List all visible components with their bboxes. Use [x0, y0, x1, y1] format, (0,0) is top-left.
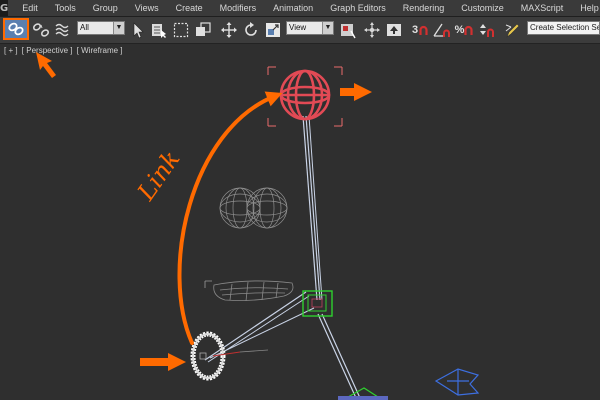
menu-create[interactable]: Create: [176, 3, 203, 13]
angle-snap-toggle-button[interactable]: [432, 20, 452, 40]
scale-icon: [266, 23, 280, 37]
wireframe-hand-object[interactable]: [204, 280, 294, 302]
unlink-icon: [32, 23, 50, 37]
helper-dummy-box[interactable]: [302, 290, 333, 317]
menu-customize[interactable]: Customize: [461, 3, 504, 13]
selection-filter-value: All: [80, 23, 89, 32]
app-logo-icon[interactable]: G: [0, 0, 9, 16]
use-pivot-point-center-button[interactable]: [338, 20, 358, 40]
pointer-arrow-head-sphere: [340, 83, 372, 101]
percent-snap-label: %: [454, 24, 465, 36]
menu-edit[interactable]: Edit: [22, 3, 38, 13]
pointer-arrow-link-tool: [36, 52, 56, 78]
chevron-down-icon: ▼: [322, 22, 333, 34]
chevron-down-icon: ▼: [113, 22, 124, 34]
pointer-arrow-icon: [133, 22, 144, 39]
named-selection-set-value: Create Selection Se: [530, 23, 600, 32]
keyboard-override-icon: [387, 24, 401, 36]
bone-wires[interactable]: [204, 115, 361, 399]
named-selection-set-field[interactable]: Create Selection Se: [527, 21, 600, 35]
snaps-toggle-button[interactable]: 3: [410, 20, 430, 40]
reference-coordinate-value: View: [289, 23, 307, 32]
spinner-snap-toggle-button[interactable]: [476, 20, 496, 40]
reference-coordinate-dropdown[interactable]: View ▼: [286, 21, 334, 35]
perspective-viewport[interactable]: Link: [0, 44, 600, 400]
menu-group[interactable]: Group: [93, 3, 118, 13]
manipulate-icon: [364, 22, 380, 38]
menu-views[interactable]: Views: [135, 3, 159, 13]
unlink-selection-button[interactable]: [31, 20, 51, 40]
menu-animation[interactable]: Animation: [273, 3, 313, 13]
select-and-scale-button[interactable]: [263, 20, 283, 40]
wireframe-eyes-object[interactable]: [219, 187, 288, 229]
menu-bar: G Edit Tools Group Views Create Modifier…: [0, 0, 600, 17]
percent-snap-toggle-button[interactable]: %: [454, 20, 474, 40]
selected-head-sphere[interactable]: [267, 66, 343, 127]
pointer-arrow-white-ring: [140, 353, 186, 371]
window-crossing-icon: [196, 22, 211, 36]
menu-items: Edit Tools Group Views Create Modifiers …: [22, 3, 600, 13]
angle-snap-icon: [433, 23, 450, 37]
link-annotation-label: Link: [131, 145, 185, 206]
select-object-button[interactable]: [129, 20, 149, 40]
rectangle-selection-icon: [173, 22, 189, 38]
main-toolbar: All ▼ View ▼ 3 % Create Selection Se: [0, 17, 600, 44]
snap-dimension-label: 3: [411, 24, 419, 36]
menu-modifiers[interactable]: Modifiers: [220, 3, 257, 13]
link-annotation-arrow: [177, 91, 283, 345]
menu-tools[interactable]: Tools: [55, 3, 76, 13]
space-warp-icon: [55, 23, 69, 37]
rotate-icon: [245, 22, 257, 36]
spinner-snap-icon: [480, 24, 494, 37]
camera-wireframe-object[interactable]: [434, 368, 480, 396]
menu-maxscript[interactable]: MAXScript: [521, 3, 564, 13]
magnet-icon: [419, 25, 428, 35]
move-icon: [221, 22, 237, 38]
select-and-move-button[interactable]: [219, 20, 239, 40]
rectangular-selection-region-button[interactable]: [171, 20, 191, 40]
select-by-name-button[interactable]: [149, 20, 169, 40]
magnet-icon: [464, 25, 473, 35]
edit-named-selection-sets-button[interactable]: [503, 20, 523, 40]
selection-bracket: [267, 66, 343, 127]
select-and-link-button[interactable]: [3, 18, 29, 40]
link-icon: [8, 22, 24, 36]
named-selection-pencil-icon: [505, 23, 520, 38]
keyboard-shortcut-override-button[interactable]: [384, 20, 404, 40]
window-crossing-button[interactable]: [193, 20, 213, 40]
white-ring-object[interactable]: [190, 331, 269, 381]
select-and-manipulate-button[interactable]: [362, 20, 382, 40]
select-by-name-icon: [152, 24, 166, 38]
pivot-center-icon: [341, 24, 356, 39]
bottom-object-edge[interactable]: [338, 396, 388, 400]
select-and-rotate-button[interactable]: [241, 20, 261, 40]
selection-filter-dropdown[interactable]: All ▼: [77, 21, 125, 35]
bind-to-space-warp-button[interactable]: [53, 20, 73, 40]
menu-help[interactable]: Help: [580, 3, 599, 13]
menu-graph-editors[interactable]: Graph Editors: [330, 3, 386, 13]
menu-rendering[interactable]: Rendering: [403, 3, 445, 13]
